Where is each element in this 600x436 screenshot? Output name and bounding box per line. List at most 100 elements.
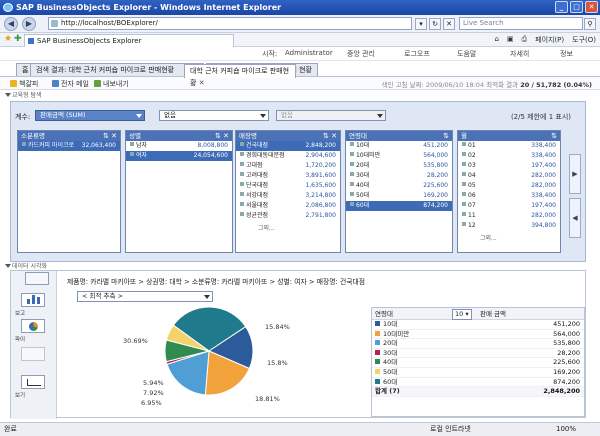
facet-value-item[interactable]: 고대점 1,720,200 [236,161,340,171]
tab-search-results[interactable]: 검색 결과: 대학 근처 커피숍 마이크로 판매현황 [30,63,204,76]
facet-header[interactable]: 연령대 ⇅ [346,131,452,141]
facet-value-item[interactable]: 40대 225,600 [346,181,452,191]
bar-chart-button[interactable] [21,293,45,307]
top-n-select[interactable]: 10 ▾ [452,309,472,320]
pie-label: 6.95% [141,399,162,407]
facet-value-item[interactable]: 고려대점 3,891,600 [236,171,340,181]
live-search-input[interactable]: Live Search [459,17,583,30]
age-label: 40대 [383,358,398,367]
facet-value-item[interactable]: 01 338,400 [458,141,560,151]
table-row[interactable]: 50대 169,200 [372,368,584,378]
help-link[interactable]: 도움말 [457,49,476,59]
measure-select[interactable]: 판매금액 (SUM) [35,110,145,121]
facet-header[interactable]: 월 ⇅ [458,131,560,141]
facet-value-item[interactable]: 11 282,000 [458,211,560,221]
add-favorite-icon[interactable]: ✚ [14,34,22,44]
table-row[interactable]: 10대미만 564,000 [372,330,584,340]
tab-current-dataset[interactable]: 대학 근처 커피숍 마이크로 판매현황 ✕ [184,64,296,87]
facet-value-item[interactable]: 07 197,400 [458,201,560,211]
pie-chart-button[interactable] [21,319,45,333]
tools-menu[interactable]: 도구(O) [572,35,596,45]
address-bar[interactable]: http://localhost/BOExplorer/ [48,17,412,30]
feeds-icon[interactable]: ▣ [507,35,514,45]
scatter-chart-button[interactable] [21,375,45,389]
facet-value-item[interactable]: 경희대동대문점 2,904,600 [236,151,340,161]
facet-value-item[interactable]: 30대 28,200 [346,171,452,181]
forward-arrow-icon[interactable]: ▶ [22,17,36,31]
facet-header[interactable]: 성별 ⇅ ✕ [126,131,232,141]
close-icon[interactable]: ⇅ ✕ [215,131,229,141]
facet-value-item[interactable]: 20대 535,800 [346,161,452,171]
more-link[interactable]: 자세히 [510,49,529,59]
facet-more-link[interactable]: 그외... [236,221,340,232]
email-button[interactable]: 전자 메일 [52,79,89,89]
filter-select-2[interactable]: 없음 [276,110,386,121]
facet-value-item[interactable]: 50대 169,200 [346,191,452,201]
close-tab-icon[interactable]: ✕ [199,79,205,87]
scroll-left-button[interactable]: ◀ [569,198,581,238]
facet-more-link[interactable]: 그외... [458,231,560,242]
facet-value-item[interactable]: 성균관점 2,791,800 [236,211,340,221]
sort-icon[interactable]: ⇅ [551,131,557,141]
print-icon[interactable]: ⎙ [522,35,528,45]
central-admin-link[interactable]: 중앙 관리 [347,49,375,59]
minimize-button[interactable]: _ [555,1,568,13]
info-link[interactable]: 정보 [560,49,573,59]
facet-value-item[interactable]: 카드커피 마이크로 32,063,400 [18,141,120,151]
facet-value-item[interactable]: 10대 451,200 [346,141,452,151]
ie-logo-icon [3,3,13,12]
layout-toggle-button[interactable] [25,272,49,285]
close-icon[interactable]: ⇅ ✕ [323,131,337,141]
bookmark-button[interactable]: 책갈피 [10,79,38,89]
maximize-button[interactable]: □ [570,1,583,13]
zoom-level[interactable]: 100% [556,423,576,436]
facet-value-item[interactable]: 06 338,400 [458,191,560,201]
table-row[interactable]: 20대 535,800 [372,339,584,349]
sort-icon[interactable]: ⇅ [443,131,449,141]
table-row[interactable]: 30대 28,200 [372,349,584,359]
facet-value-item[interactable]: 남자 8,008,800 [126,141,232,151]
facet-value-item[interactable]: 서강대점 3,214,800 [236,191,340,201]
facet-value-item[interactable]: 단국대점 1,635,600 [236,181,340,191]
back-arrow-icon[interactable]: ◀ [4,17,18,31]
filter-select-1[interactable]: 없음 [159,110,269,121]
close-icon[interactable]: ⇅ ✕ [103,131,117,141]
export-button[interactable]: 내보내기 [94,79,129,89]
address-dropdown-icon[interactable]: ▾ [415,18,427,30]
browser-tab-sap[interactable]: SAP BusinessObjects Explorer [24,34,234,47]
facet-header[interactable]: 소분류명 ⇅ ✕ [18,131,120,141]
tool-label: 보고 [15,311,26,317]
table-cell-sales: 564,000 [553,329,580,338]
facet-header[interactable]: 매장명 ⇅ ✕ [236,131,340,141]
app-toolbar: 책갈피 전자 메일 내보내기 대학 근처 커피숍 마이크로 판매현황 ✕ 색인 … [0,64,600,90]
facet-value-item[interactable]: 건국대점 2,848,200 [236,141,340,151]
facet-value-item[interactable]: 04 282,000 [458,171,560,181]
facet-value-item[interactable]: 서울대점 2,086,800 [236,201,340,211]
page-menu[interactable]: 페이지(P) [535,35,564,45]
facet-value-item[interactable]: 12 394,800 [458,221,560,231]
table-row[interactable]: 10대 451,200 [372,320,584,330]
facets-section-header[interactable]: 교육형 탐색 [4,91,204,100]
table-row[interactable]: 40대 225,600 [372,358,584,368]
facet-value-item[interactable]: 03 197,400 [458,161,560,171]
facet-value-item[interactable]: 05 282,000 [458,181,560,191]
facet-value-item[interactable]: 여자 24,054,600 [126,151,232,161]
logoff-link[interactable]: 로그오프 [404,49,430,59]
facet-value-item[interactable]: 10대미만 564,000 [346,151,452,161]
facet-value-label: 여자 [136,152,148,159]
table-cell-age: 60대 [375,378,449,388]
scroll-right-button[interactable]: ▶ [569,154,581,194]
facet-value-item[interactable]: 02 338,400 [458,151,560,161]
refresh-icon[interactable]: ↻ [429,18,441,30]
favorites-star-icon[interactable]: ★ [4,34,12,44]
close-window-button[interactable]: ✕ [585,1,598,13]
table-row[interactable]: 60대 874,200 [372,378,584,388]
search-icon[interactable]: ⚲ [584,18,596,30]
home-icon[interactable]: ⌂ [494,35,498,45]
line-chart-button[interactable] [21,347,45,361]
column-header-age[interactable]: 연령대 [375,308,393,320]
facet-value-item[interactable]: 60대 874,200 [346,201,452,211]
column-header-sales[interactable]: 판매 금액 [480,308,506,320]
facet-value-label: 50대 [356,192,370,199]
stop-icon[interactable]: ✕ [443,18,455,30]
